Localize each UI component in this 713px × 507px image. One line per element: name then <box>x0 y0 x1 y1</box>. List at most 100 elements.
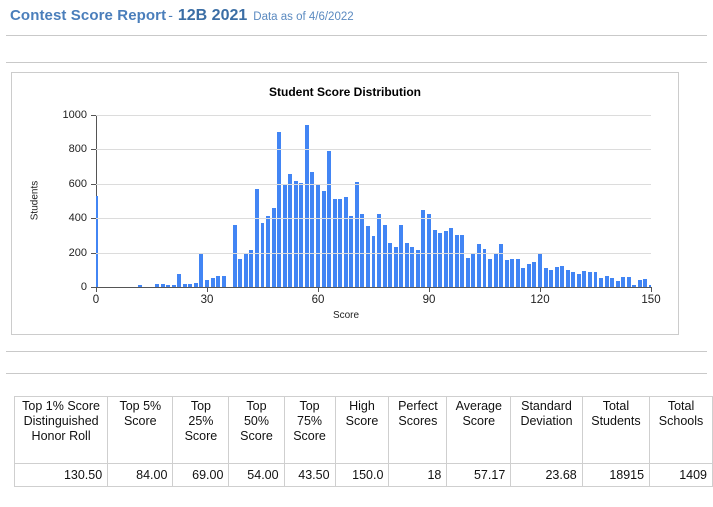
histogram-bar <box>510 258 515 287</box>
histogram-bar <box>532 262 537 287</box>
y-tick-mark <box>91 218 96 220</box>
x-tick-label: 30 <box>200 294 214 306</box>
y-tick-label: 1000 <box>62 109 87 121</box>
histogram-bar <box>526 263 531 287</box>
histogram-bar <box>610 278 615 287</box>
y-tick-label: 200 <box>68 246 87 259</box>
x-tick-mark <box>540 287 541 292</box>
histogram-bar <box>238 259 243 287</box>
histogram-bar <box>249 250 254 287</box>
histogram-bar <box>427 213 431 287</box>
histogram-bar <box>243 252 248 287</box>
page-title: Contest Score Report <box>10 7 167 24</box>
histogram-bar <box>460 235 465 287</box>
table-row: 130.50 84.00 69.00 54.00 43.50 150.0 18 57.17 23… <box>13 463 713 487</box>
x-tick-label: 60 <box>311 294 325 306</box>
histogram-bar <box>193 282 198 287</box>
histogram-bar <box>388 243 393 287</box>
table-cell-value: 43.50 <box>283 463 336 487</box>
histogram-bar <box>332 199 337 287</box>
histogram-bar <box>360 213 365 287</box>
histogram-bar <box>415 250 420 287</box>
section-divider-2 <box>6 373 707 374</box>
histogram-bar <box>560 266 565 287</box>
histogram-bar <box>438 232 443 287</box>
page-header: Contest Score Report -12B 2021 Data as of … <box>0 0 713 25</box>
histogram-bar <box>349 215 354 287</box>
chart-plot-area: Students Score 0 200 400 600 800 1000 0 30 60 90 1… <box>12 73 680 334</box>
histogram-bar <box>321 190 326 287</box>
histogram-bar <box>626 276 631 287</box>
histogram-bar <box>593 271 598 287</box>
histogram-bar <box>493 252 498 287</box>
y-tick-label: 0 <box>80 281 87 293</box>
table-cell-value: 84.00 <box>107 463 174 487</box>
histogram-bar <box>421 210 426 287</box>
histogram-bar <box>504 260 509 287</box>
histogram-bar <box>488 259 493 287</box>
histogram-bar <box>282 184 287 287</box>
table-column-header: Average Score <box>446 396 512 464</box>
table-column-header: Top 5% Score <box>107 396 174 464</box>
histogram-bar <box>354 182 359 287</box>
histogram-bar <box>621 276 626 287</box>
histogram-bar <box>482 249 487 287</box>
histogram-bar <box>404 243 409 287</box>
y-tick-label: 800 <box>68 143 87 156</box>
histogram-bar <box>565 269 570 287</box>
histogram-bar <box>171 285 176 287</box>
histogram-bar <box>582 270 587 287</box>
table-cell-value: 57.17 <box>446 463 512 487</box>
x-tick-mark <box>207 287 208 292</box>
histogram-bar <box>188 283 193 287</box>
histogram-bar <box>371 236 376 287</box>
histogram-bar <box>443 231 448 287</box>
table-column-header: Total Schools <box>649 396 713 464</box>
contest-name: 12B 2021 <box>177 7 248 24</box>
histogram-bar <box>299 182 304 287</box>
table-cell-value: 18915 <box>581 463 651 487</box>
x-tick-label: 150 <box>641 294 661 306</box>
histogram-bar <box>571 271 576 287</box>
x-tick-label: 0 <box>92 294 100 306</box>
histogram-bar <box>260 222 265 287</box>
table-header-row: Top 1% Score Distinguished Honor Roll Top… <box>13 396 713 464</box>
x-tick-mark <box>318 287 319 292</box>
histogram-bar <box>205 280 209 287</box>
y-axis-title: Students <box>29 180 41 221</box>
table-column-header: Perfect Scores <box>388 396 448 464</box>
x-tick-label: 120 <box>530 294 550 306</box>
x-tick-mark <box>651 287 652 292</box>
y-tick-mark <box>91 183 96 185</box>
x-tick-label: 90 <box>422 294 436 306</box>
histogram-bar <box>138 285 143 287</box>
y-tick-mark <box>91 252 96 254</box>
x-tick-mark <box>96 287 97 292</box>
histogram-bar <box>221 275 226 287</box>
chart-panel: Student Score Distribution Students Scor… <box>11 72 679 335</box>
histogram-bar <box>476 244 481 287</box>
table-column-header: High Score <box>334 396 390 464</box>
histogram-bar <box>399 225 404 287</box>
histogram-bar <box>277 132 282 287</box>
histogram-bar <box>538 252 542 287</box>
y-tick-label: 400 <box>68 212 87 225</box>
table-cell-value: 54.00 <box>228 463 285 487</box>
histogram-bar <box>271 207 276 287</box>
histogram-bar <box>310 171 315 287</box>
histogram-bar <box>521 268 526 287</box>
y-tick-label: 600 <box>68 177 87 190</box>
table-cell-value: 130.50 <box>13 463 109 487</box>
x-axis-title: Score <box>332 310 360 321</box>
table-cell-value: 23.68 <box>510 463 583 487</box>
histogram-bar <box>382 225 387 287</box>
data-as-of-label: Data as of 4/6/2022 <box>253 11 354 23</box>
histogram-bar <box>254 188 259 287</box>
histogram-bar <box>499 244 504 287</box>
histogram-bar <box>549 269 554 287</box>
x-tick-mark <box>429 287 430 292</box>
table-column-header: Standard Deviation <box>510 396 583 464</box>
histogram-bar <box>576 274 581 287</box>
histogram-bar <box>293 181 298 287</box>
histogram-bar <box>288 174 293 287</box>
